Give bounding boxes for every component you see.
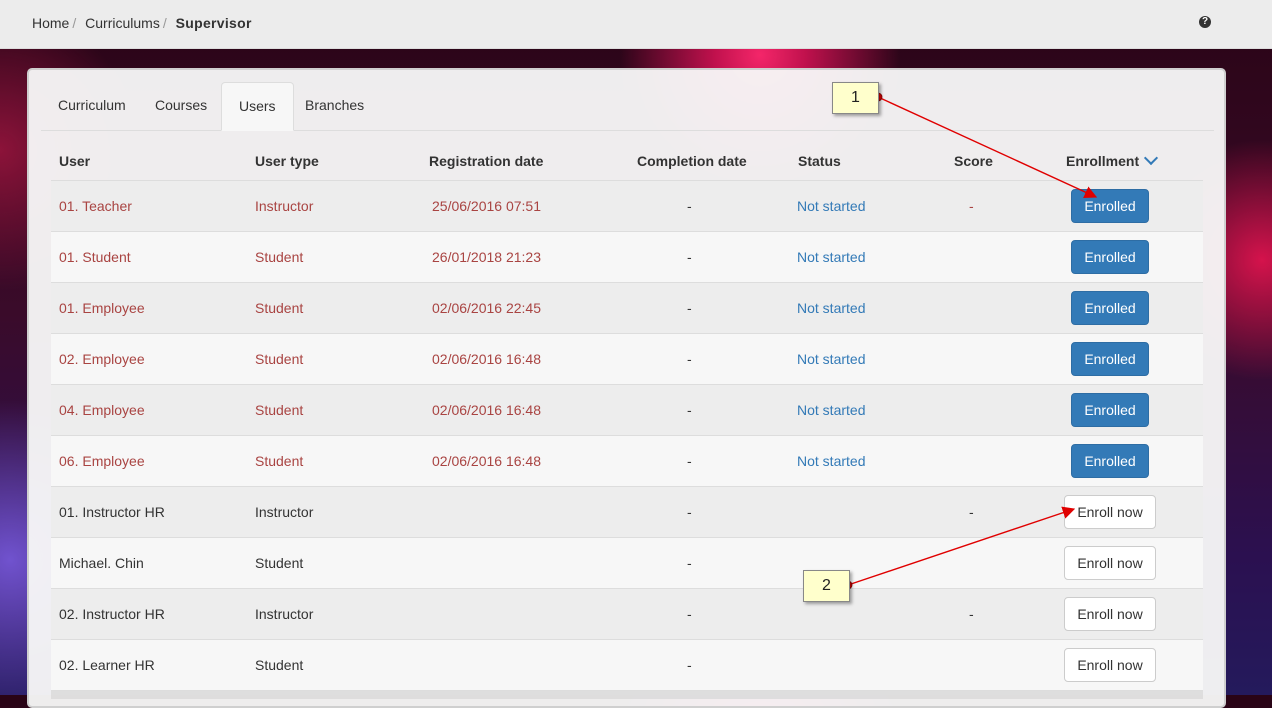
completion-date: - — [687, 351, 692, 367]
table-row: 02. Learner HR Student - Enroll now — [51, 640, 1203, 691]
registration-date: 26/01/2018 21:23 — [432, 249, 541, 265]
header-score[interactable]: Score — [954, 153, 993, 169]
question-circle-icon[interactable]: ? — [1199, 16, 1211, 28]
completion-date: - — [687, 198, 692, 214]
completion-date: - — [687, 249, 692, 265]
user-name[interactable]: 02. Learner HR — [59, 657, 155, 673]
table-header: User User type Registration date Complet… — [51, 140, 1203, 181]
registration-date: 02/06/2016 22:45 — [432, 300, 541, 316]
enrolled-button[interactable]: Enrolled — [1071, 342, 1149, 376]
completion-date: - — [687, 402, 692, 418]
header-enrollment-label: Enrollment — [1066, 153, 1140, 169]
breadcrumb-curriculums[interactable]: Curriculums — [85, 15, 160, 31]
user-type: Instructor — [255, 198, 314, 214]
table-row: 01. Employee Student 02/06/2016 22:45 - … — [51, 283, 1203, 334]
status: Not started — [797, 249, 866, 265]
registration-date: 02/06/2016 16:48 — [432, 453, 541, 469]
status: Not started — [797, 453, 866, 469]
header-user-type[interactable]: User type — [255, 153, 319, 169]
user-name[interactable]: 01. Teacher — [59, 198, 132, 214]
table-row: 06. Employee Student 02/06/2016 16:48 - … — [51, 436, 1203, 487]
user-type: Student — [255, 351, 304, 367]
user-name[interactable]: 01. Employee — [59, 300, 145, 316]
user-type: Student — [255, 453, 304, 469]
enrolled-button[interactable]: Enrolled — [1071, 189, 1149, 223]
user-type: Student — [255, 555, 304, 571]
status: Not started — [797, 198, 866, 214]
enroll-now-button[interactable]: Enroll now — [1064, 495, 1156, 529]
enrolled-button[interactable]: Enrolled — [1071, 240, 1149, 274]
user-type: Instructor — [255, 504, 314, 520]
score: - — [969, 606, 974, 622]
tab-bar: Curriculum Courses Users Branches — [41, 82, 1214, 131]
score: - — [969, 504, 974, 520]
completion-date: - — [687, 555, 692, 571]
user-name[interactable]: 02. Instructor HR — [59, 606, 165, 622]
table-row: 01. Student Student 26/01/2018 21:23 - N… — [51, 232, 1203, 283]
header-registration-date[interactable]: Registration date — [429, 153, 543, 169]
breadcrumb-current: Supervisor — [175, 15, 252, 31]
table-row: 02. Employee Student 02/06/2016 16:48 - … — [51, 334, 1203, 385]
table-row: 01. Instructor HR Instructor - - Enroll … — [51, 487, 1203, 538]
user-name[interactable]: 06. Employee — [59, 453, 145, 469]
score: - — [969, 198, 974, 214]
registration-date: 02/06/2016 16:48 — [432, 402, 541, 418]
completion-date: - — [687, 606, 692, 622]
annotation-callout-1: 1 — [832, 82, 879, 114]
users-table: User User type Registration date Complet… — [51, 140, 1203, 699]
user-name[interactable]: 01. Instructor HR — [59, 504, 165, 520]
header-status[interactable]: Status — [798, 153, 841, 169]
breadcrumb-separator: / — [162, 15, 167, 31]
user-type: Student — [255, 300, 304, 316]
user-name[interactable]: 01. Student — [59, 249, 131, 265]
chevron-down-icon — [1144, 150, 1159, 166]
header-completion-date[interactable]: Completion date — [637, 153, 747, 169]
completion-date: - — [687, 657, 692, 673]
user-name[interactable]: Michael. Chin — [59, 555, 144, 571]
tab-users[interactable]: Users — [221, 82, 294, 131]
status: Not started — [797, 402, 866, 418]
user-name[interactable]: 02. Employee — [59, 351, 145, 367]
completion-date: - — [687, 453, 692, 469]
completion-date: - — [687, 504, 692, 520]
top-bar: Home / Curriculums / Supervisor ? — [0, 0, 1272, 49]
tab-curriculum[interactable]: Curriculum — [41, 82, 143, 130]
breadcrumb: Home / Curriculums / Supervisor — [32, 15, 252, 31]
user-name[interactable]: 04. Employee — [59, 402, 145, 418]
user-type: Student — [255, 402, 304, 418]
breadcrumb-separator: / — [72, 15, 77, 31]
enroll-now-button[interactable]: Enroll now — [1064, 648, 1156, 682]
main-panel: Curriculum Courses Users Branches User U… — [27, 68, 1226, 708]
status: Not started — [797, 300, 866, 316]
table-row: Michael. Chin Student - Enroll now — [51, 538, 1203, 589]
table-row-partial — [51, 691, 1203, 699]
enrolled-button[interactable]: Enrolled — [1071, 393, 1149, 427]
user-type: Instructor — [255, 606, 314, 622]
tab-courses[interactable]: Courses — [138, 82, 224, 130]
table-row: 02. Instructor HR Instructor - - Enroll … — [51, 589, 1203, 640]
user-type: Student — [255, 249, 304, 265]
enrolled-button[interactable]: Enrolled — [1071, 444, 1149, 478]
table-row: 01. Teacher Instructor 25/06/2016 07:51 … — [51, 181, 1203, 232]
registration-date: 02/06/2016 16:48 — [432, 351, 541, 367]
enrolled-button[interactable]: Enrolled — [1071, 291, 1149, 325]
header-enrollment[interactable]: Enrollment — [1066, 150, 1159, 169]
header-user[interactable]: User — [59, 153, 90, 169]
enroll-now-button[interactable]: Enroll now — [1064, 597, 1156, 631]
status: Not started — [797, 351, 866, 367]
tab-branches[interactable]: Branches — [288, 82, 381, 130]
completion-date: - — [687, 300, 692, 316]
enroll-now-button[interactable]: Enroll now — [1064, 546, 1156, 580]
table-row: 04. Employee Student 02/06/2016 16:48 - … — [51, 385, 1203, 436]
breadcrumb-home[interactable]: Home — [32, 15, 69, 31]
registration-date: 25/06/2016 07:51 — [432, 198, 541, 214]
annotation-callout-2: 2 — [803, 570, 850, 602]
user-type: Student — [255, 657, 304, 673]
